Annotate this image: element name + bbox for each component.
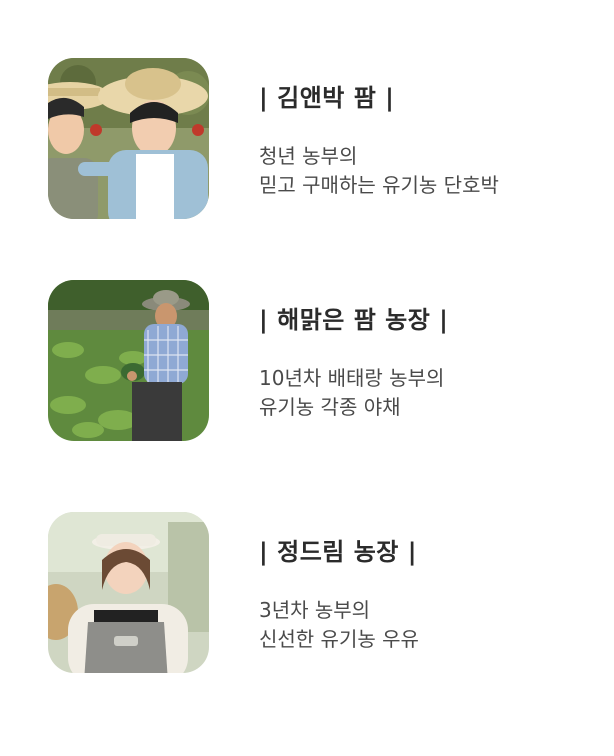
farm-description-line: 3년차 농부의 (259, 598, 371, 622)
farm-card-kim-and-park: | 김앤박 팜 | 청년 농부의 믿고 구매하는 유기농 단호박 (48, 58, 568, 220)
farm-description: 3년차 농부의 신선한 유기농 우유 (259, 596, 419, 654)
farmer-photo-two-young-farmers (48, 58, 209, 219)
farm-name: | 해맑은 팜 농장 | (259, 306, 449, 334)
farm-name: | 김앤박 팜 | (259, 84, 395, 112)
farmer-photo-field-worker (48, 280, 209, 441)
farm-description-line: 청년 농부의 (259, 144, 358, 168)
farm-card-jeongdream: | 정드림 농장 | 3년차 농부의 신선한 유기농 우유 (48, 512, 568, 674)
farm-description-line: 믿고 구매하는 유기농 단호박 (259, 173, 499, 197)
farm-card-haemalgeun: | 해맑은 팜 농장 | 10년차 배태랑 농부의 유기농 각종 야채 (48, 280, 568, 442)
farm-description-line: 신선한 유기농 우유 (259, 627, 419, 651)
farmer-photo-woman-in-apron (48, 512, 209, 673)
farm-description-line: 10년차 배태랑 농부의 (259, 366, 445, 390)
farm-description: 10년차 배태랑 농부의 유기농 각종 야채 (259, 364, 444, 422)
farm-description: 청년 농부의 믿고 구매하는 유기농 단호박 (259, 142, 499, 200)
farm-description-line: 유기농 각종 야채 (259, 395, 401, 419)
farm-name: | 정드림 농장 | (259, 538, 417, 566)
